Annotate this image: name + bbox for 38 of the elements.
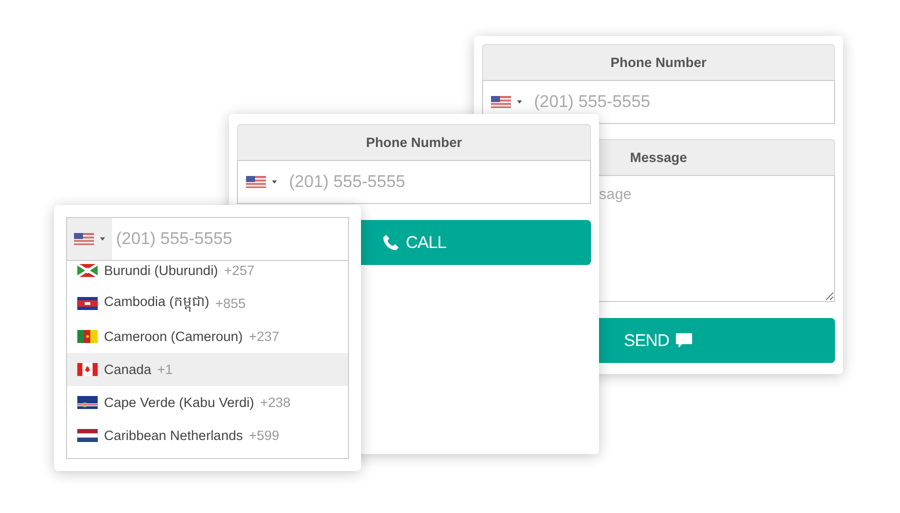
phone-input-field[interactable]: (201) 555-5555 <box>482 80 835 124</box>
country-name: Cameroon (Cameroun) <box>104 328 243 344</box>
country-selector[interactable] <box>67 218 112 260</box>
flag-icon <box>77 428 98 442</box>
field-label: Phone Number <box>482 44 835 80</box>
dial-code: +237 <box>248 328 280 344</box>
flag-icon <box>77 264 98 277</box>
country-name: Cambodia (កម្ពុជា) <box>104 293 210 314</box>
country-option[interactable]: Cambodia (កម្ពុជា) +855 <box>67 286 348 320</box>
phone-input-field[interactable]: (201) 555-5555 <box>237 160 591 204</box>
country-option[interactable]: Caribbean Netherlands +599 <box>67 418 348 452</box>
flag-icon <box>77 296 98 310</box>
country-name: Canada <box>104 362 152 377</box>
dial-code: +855 <box>215 296 246 311</box>
flag-icon <box>246 176 266 188</box>
field-label: Phone Number <box>237 124 591 160</box>
country-option[interactable]: Canada +1 <box>67 352 348 386</box>
flag-icon <box>491 96 511 108</box>
caret-icon <box>517 100 522 104</box>
dial-code: +257 <box>224 262 254 278</box>
flag-icon <box>77 362 98 376</box>
country-option[interactable]: Cameroon (Cameroun) +237 <box>67 320 348 353</box>
flag-icon <box>77 330 98 343</box>
flag-icon <box>77 396 98 409</box>
country-option[interactable]: Cape Verde (Kabu Verdi) +238 <box>67 386 348 419</box>
flag-icon <box>74 232 94 245</box>
dial-code: +599 <box>248 428 280 443</box>
dial-code: +1 <box>157 362 173 377</box>
caret-icon <box>272 180 277 184</box>
phone-input-field[interactable]: (201) 555-5555 <box>66 217 349 261</box>
country-name: Burundi (Uburundi) <box>104 262 218 278</box>
chat-bubble-icon <box>675 332 694 349</box>
caret-icon <box>100 236 105 241</box>
phone-number-input[interactable]: (201) 555-5555 <box>530 92 834 112</box>
country-name: Cape Verde (Kabu Verdi) <box>104 394 254 410</box>
dial-code: +238 <box>260 394 291 410</box>
phone-icon <box>382 234 400 251</box>
country-name: Caribbean Netherlands <box>104 428 243 443</box>
